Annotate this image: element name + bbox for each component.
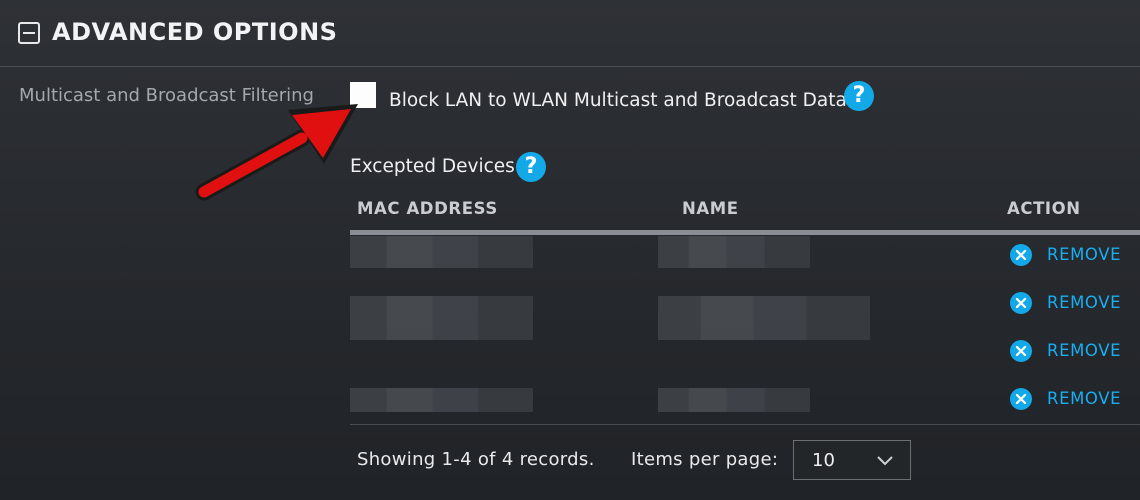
excepted-devices-title: Excepted Devices [350, 156, 515, 177]
close-circle-icon [1010, 388, 1032, 410]
column-header-mac-address[interactable]: MAC ADDRESS [357, 199, 498, 218]
table-row: REMOVE [350, 232, 1140, 280]
chevron-down-icon [877, 456, 893, 466]
pagination-summary: Showing 1-4 of 4 records. [357, 449, 595, 470]
minus-square-icon[interactable] [18, 22, 40, 44]
table-row: REMOVE [350, 280, 1140, 340]
section-header: ADVANCED OPTIONS [0, 0, 1140, 67]
items-per-page-select[interactable]: 10 [793, 440, 911, 480]
remove-label: REMOVE [1047, 245, 1122, 264]
redacted-mac-address [350, 236, 533, 268]
table-divider [350, 424, 1140, 425]
table-row: REMOVE [350, 328, 1140, 376]
redacted-device-name [658, 388, 810, 412]
remove-label: REMOVE [1047, 389, 1122, 408]
items-per-page-label: Items per page: [631, 449, 779, 470]
help-icon[interactable]: ? [844, 81, 874, 111]
redacted-mac-address [350, 388, 533, 412]
table-header: MAC ADDRESS NAME ACTION [350, 192, 1140, 235]
red-arrow-icon [195, 104, 358, 201]
redacted-device-name [658, 236, 810, 268]
column-header-action: ACTION [1007, 199, 1081, 218]
column-header-name[interactable]: NAME [682, 199, 739, 218]
close-circle-icon [1010, 340, 1032, 362]
remove-label: REMOVE [1047, 341, 1122, 360]
remove-label: REMOVE [1047, 293, 1122, 312]
block-multicast-checkbox-label[interactable]: Block LAN to WLAN Multicast and Broadcas… [389, 90, 847, 111]
close-circle-icon [1010, 292, 1032, 314]
section-title: ADVANCED OPTIONS [52, 18, 338, 46]
help-icon[interactable]: ? [516, 152, 546, 182]
excepted-devices-table: REMOVE REMOVE REMOVE REMOVE [350, 232, 1140, 424]
items-per-page-value: 10 [812, 450, 835, 471]
close-circle-icon [1010, 244, 1032, 266]
table-row: REMOVE [350, 376, 1140, 424]
